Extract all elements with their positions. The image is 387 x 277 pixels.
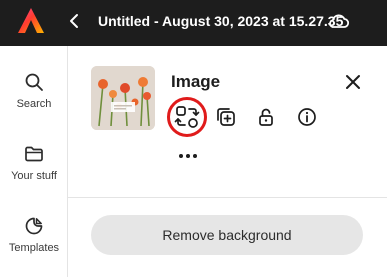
sidebar-item-search[interactable]: Search (0, 72, 68, 110)
close-icon[interactable] (344, 73, 362, 91)
duplicate-button[interactable] (215, 106, 241, 132)
flowers-image (91, 66, 155, 130)
sidebar-item-your-stuff[interactable]: Your stuff (0, 144, 68, 182)
top-bar: Untitled - August 30, 2023 at 15.27.35 (0, 0, 387, 46)
duplicate-icon (217, 108, 235, 126)
sidebar-item-templates[interactable]: Templates (0, 216, 68, 254)
remove-background-button[interactable]: Remove background (91, 215, 363, 255)
sidebar-item-label: Templates (8, 242, 60, 254)
replace-image-button[interactable] (174, 104, 200, 130)
lock-button[interactable] (255, 106, 281, 132)
image-thumbnail[interactable] (91, 66, 155, 130)
more-icon[interactable] (176, 148, 200, 164)
document-title[interactable]: Untitled - August 30, 2023 at 15.27.35 (98, 12, 343, 30)
search-icon (25, 73, 43, 91)
sidebar-item-label: Search (16, 98, 52, 110)
lock-icon (259, 108, 273, 126)
panel-title: Image (171, 72, 221, 91)
adobe-express-logo[interactable] (16, 6, 46, 36)
image-properties-panel: Image Remove background (68, 46, 387, 277)
replace-icon (174, 106, 200, 128)
cloud-icon[interactable] (326, 10, 350, 32)
divider (68, 197, 387, 198)
chevron-left-icon[interactable] (66, 12, 84, 30)
info-icon (298, 108, 316, 126)
folder-icon (25, 146, 43, 162)
sidebar-item-label: Your stuff (11, 170, 57, 182)
templates-icon (25, 217, 43, 235)
left-rail: Search Your stuff Templates (0, 46, 68, 277)
info-button[interactable] (296, 106, 322, 132)
